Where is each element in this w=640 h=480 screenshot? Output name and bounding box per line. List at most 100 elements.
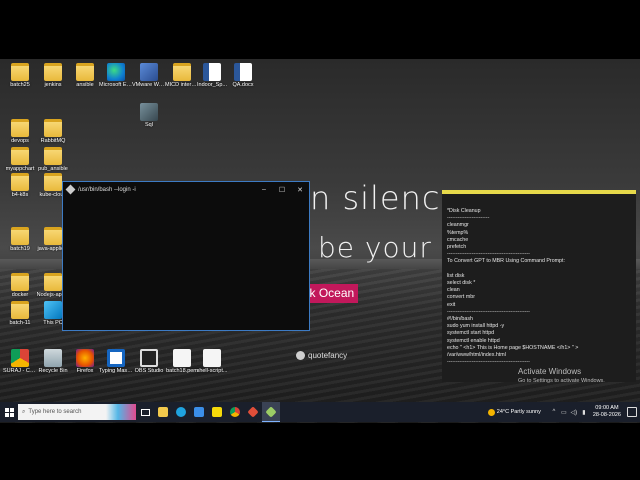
quotefancy-logo-icon (296, 351, 305, 360)
chevron-up-icon[interactable]: ^ (550, 409, 558, 415)
note-line: %temp% (447, 229, 469, 236)
word-icon (234, 63, 252, 81)
desktop: n silenc be your r Frank Ocean quotefanc… (0, 59, 640, 423)
edge-icon[interactable] (172, 402, 190, 422)
activate-windows-subtitle: Go to Settings to activate Windows. (518, 378, 605, 384)
desktop-icon-label: SURAJ - Chrome (3, 368, 37, 374)
desktop-icon[interactable]: batch19 (3, 227, 37, 253)
desktop-icon[interactable]: pub_ansible (36, 147, 70, 173)
folder-icon (44, 119, 62, 137)
git-bash-taskbar-icon[interactable] (244, 402, 262, 422)
folder-icon (76, 63, 94, 81)
desktop-icon[interactable]: Recycle Bin (36, 349, 70, 375)
search-highlight-art (106, 404, 136, 420)
desktop-icon-label: batch18.pem (166, 368, 198, 374)
terminal-title: /usr/bin/bash --login -i (78, 186, 136, 193)
weather-text: 24°C Partly sunny (496, 409, 541, 415)
note-line: /var/www/html/index.html (447, 352, 506, 359)
desktop-icon[interactable]: Sql (132, 103, 166, 129)
desktop-icon[interactable]: Microsoft Edge (99, 63, 133, 89)
pc-icon (44, 301, 62, 319)
word-icon (203, 63, 221, 81)
notification-icon[interactable] (627, 407, 637, 417)
folder-icon (11, 63, 29, 81)
note-line: cmcache (447, 236, 469, 243)
ff-icon (76, 349, 94, 367)
note-line: cleanmgr (447, 222, 469, 229)
desktop-icon[interactable]: batch25 (3, 63, 37, 89)
battery-icon[interactable]: ▮ (580, 409, 588, 416)
desktop-icon-label: QA.docx (232, 82, 254, 88)
folder-icon (44, 227, 62, 245)
note-line: ----------------------------------------… (447, 359, 530, 366)
file-icon (203, 349, 221, 367)
git-bash-icon (65, 184, 76, 195)
desktop-icon[interactable]: batch-11 (3, 301, 37, 327)
task-view-icon[interactable] (136, 402, 154, 422)
desktop-icon-label: jenkins (44, 82, 62, 88)
desktop-icon[interactable]: b4-k8s (3, 173, 37, 199)
sticky-note-content[interactable]: *Disk Cleanup ------------------------ cle… (442, 208, 636, 366)
note-line: systemctl enable httpd (447, 337, 500, 344)
note-line: ----------------------------------------… (447, 308, 530, 315)
weather-widget[interactable]: 24°C Partly sunny (487, 408, 541, 416)
file-explorer-icon[interactable] (154, 402, 172, 422)
desktop-icon[interactable]: myappchart (3, 147, 37, 173)
note-line: select disk * (447, 280, 476, 287)
desktop-icon[interactable]: docker (3, 273, 37, 299)
folder-icon (173, 63, 191, 81)
desktop-icon[interactable]: jenkins (36, 63, 70, 89)
close-button[interactable]: ✕ (291, 186, 309, 194)
chrome-icon[interactable] (226, 402, 244, 422)
maximize-button[interactable]: ☐ (273, 186, 291, 194)
desktop-icon-label: Microsoft Edge (99, 82, 133, 88)
search-placeholder: Type here to search (28, 409, 82, 415)
folder-icon (44, 147, 62, 165)
desktop-icon[interactable]: shell-script... (195, 349, 229, 375)
wallpaper-quote-line-1: n silenc (310, 179, 441, 217)
note-line: To Convert GPT to MBR Using Command Prom… (447, 258, 565, 265)
desktop-icon-label: Indoor_Sp... (197, 82, 227, 88)
wallpaper-brand: quotefancy (296, 351, 347, 360)
desktop-icon[interactable]: batch18.pem (165, 349, 199, 375)
note-line: echo " <h1> This is Home page $HOSTNAME … (447, 344, 579, 351)
desktop-icon-label: Firefox (76, 368, 94, 374)
wallpaper-quote-line-2: be your r (318, 231, 455, 264)
desktop-icon[interactable]: OBS Studio (132, 349, 166, 375)
desktop-icon[interactable]: devops (3, 119, 37, 145)
clock[interactable]: 09:00 AM 28-08-2026 (593, 405, 621, 419)
desktop-icon[interactable]: VMware Workstati... (132, 63, 166, 89)
desktop-icon[interactable]: QA.docx (226, 63, 260, 89)
note-line: *Disk Cleanup (447, 208, 481, 214)
desktop-icon-label: ansible (76, 82, 94, 88)
search-icon: ⌕ (22, 408, 26, 415)
desktop-icon-label: Typing Master 10 (99, 368, 133, 374)
sticky-note-window[interactable]: *Disk Cleanup ------------------------ cle… (442, 190, 636, 382)
git-bash-terminal-window[interactable]: /usr/bin/bash --login -i – ☐ ✕ (62, 181, 310, 331)
desktop-icon[interactable]: SURAJ - Chrome (3, 349, 37, 375)
network-icon[interactable]: ▭ (560, 409, 568, 416)
sticky-note-header[interactable] (442, 194, 636, 208)
clock-date: 28-08-2026 (592, 412, 621, 418)
terminal-console[interactable] (63, 197, 309, 330)
terminal-titlebar[interactable]: /usr/bin/bash --login -i – ☐ ✕ (63, 182, 309, 197)
minimize-button[interactable]: – (255, 186, 273, 193)
note-line: #!/bin/bash (447, 316, 473, 323)
desktop-icon[interactable]: Typing Master 10 (99, 349, 133, 375)
sticky-notes-icon[interactable] (208, 402, 226, 422)
git-gui-taskbar-icon[interactable] (262, 402, 280, 422)
search-box[interactable]: ⌕ Type here to search (18, 404, 136, 420)
volume-icon[interactable]: ◁) (570, 409, 578, 416)
start-button[interactable] (0, 402, 18, 422)
store-icon[interactable] (190, 402, 208, 422)
note-line: clean (447, 287, 460, 294)
desktop-icon[interactable]: RabbitMQ (36, 119, 70, 145)
desktop-icon[interactable]: ansible (68, 63, 102, 89)
desktop-icon[interactable]: MICD interview (165, 63, 199, 89)
desktop-icon[interactable]: Firefox (68, 349, 102, 375)
desktop-icon-label: docker (11, 292, 29, 298)
vm-icon (140, 63, 158, 81)
desktop-icon[interactable]: Indoor_Sp... (195, 63, 229, 89)
edge-icon (107, 63, 125, 81)
activate-windows-title: Activate Windows (518, 367, 582, 376)
